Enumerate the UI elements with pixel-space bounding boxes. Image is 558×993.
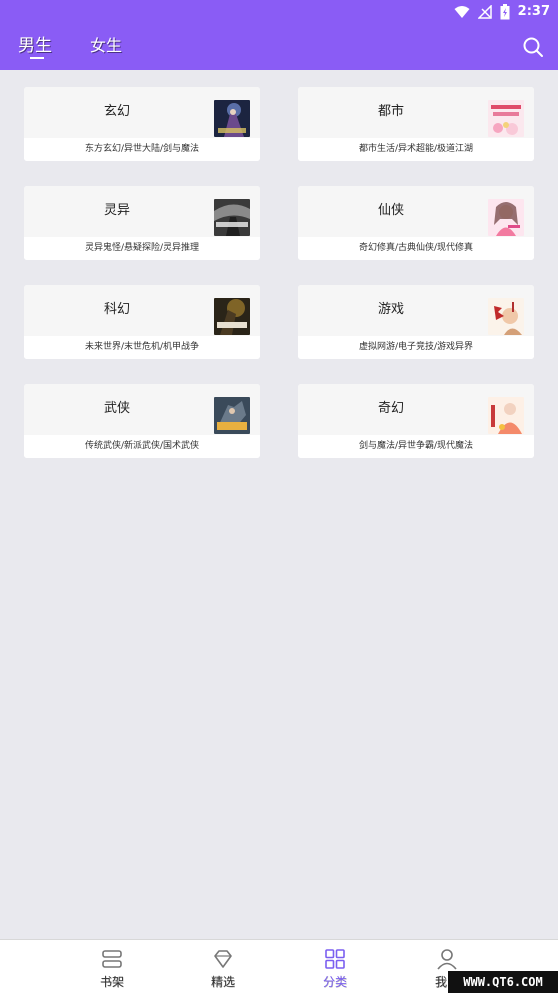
category-title: 仙侠 — [377, 203, 404, 218]
category-card-youxi[interactable]: 游戏 虚拟网游/电子竞技/游戏异界 — [298, 285, 534, 359]
category-subtitle: 传统武侠/新派武侠/国术武侠 — [24, 435, 260, 458]
category-title: 玄幻 — [103, 104, 130, 119]
book-cover-image — [214, 100, 250, 137]
category-subtitle: 奇幻修真/古典仙侠/现代修真 — [298, 237, 534, 260]
grid-icon — [325, 949, 345, 969]
category-card-kehuan[interactable]: 科幻 未来世界/末世危机/机甲战争 — [24, 285, 260, 359]
book-cover-image — [488, 298, 524, 335]
nav-featured[interactable]: 精选 — [193, 940, 253, 993]
wifi-icon — [454, 6, 470, 18]
nav-bookshelf[interactable]: 书架 — [82, 940, 142, 993]
category-title: 科幻 — [103, 302, 130, 317]
category-subtitle: 东方玄幻/异世大陆/剑与魔法 — [24, 138, 260, 161]
category-title: 灵异 — [103, 203, 130, 218]
user-icon — [437, 949, 457, 970]
active-tab-indicator — [30, 57, 44, 59]
category-title: 都市 — [377, 104, 404, 119]
category-title: 奇幻 — [377, 401, 404, 416]
battery-icon — [500, 4, 510, 20]
category-card-xuanhuan[interactable]: 玄幻 东方玄幻/异世大陆/剑与魔法 — [24, 87, 260, 161]
category-card-wuxia[interactable]: 武侠 传统武侠/新派武侠/国术武侠 — [24, 384, 260, 458]
category-card-lingyi[interactable]: 灵异 灵异鬼怪/悬疑探险/灵异推理 — [24, 186, 260, 260]
tab-female[interactable]: 女生 — [90, 35, 122, 57]
bookshelf-icon — [102, 950, 122, 968]
status-time: 2:37 — [517, 4, 550, 19]
category-card-xianxia[interactable]: 仙侠 奇幻修真/古典仙侠/现代修真 — [298, 186, 534, 260]
tab-male[interactable]: 男生 — [18, 35, 52, 57]
category-card-dushi[interactable]: 都市 都市生活/异术超能/极道江湖 — [298, 87, 534, 161]
search-icon — [523, 37, 543, 57]
book-cover-image — [214, 397, 250, 434]
category-title: 武侠 — [103, 401, 130, 416]
diamond-icon — [214, 950, 232, 968]
bottom-navigation: 书架 精选 分类 我的 WWW.QT6.COM — [0, 939, 558, 993]
status-icons: 2:37 — [454, 3, 550, 21]
nav-label: 分类 — [322, 975, 347, 989]
nav-label: 精选 — [210, 975, 235, 989]
book-cover-image — [214, 199, 250, 236]
category-subtitle: 剑与魔法/异世争霸/现代魔法 — [298, 435, 534, 458]
category-title: 游戏 — [377, 302, 404, 317]
category-card-qihuan[interactable]: 奇幻 剑与魔法/异世争霸/现代魔法 — [298, 384, 534, 458]
watermark: WWW.QT6.COM — [448, 971, 558, 993]
app-header: 男生 女生 — [0, 24, 558, 70]
book-cover-image — [488, 397, 524, 434]
status-bar: 2:37 — [0, 0, 558, 24]
book-cover-image — [488, 100, 524, 137]
no-signal-icon — [477, 5, 492, 19]
search-button[interactable] — [522, 36, 544, 58]
category-subtitle: 虚拟网游/电子竞技/游戏异界 — [298, 336, 534, 359]
nav-category[interactable]: 分类 — [305, 940, 365, 993]
category-subtitle: 未来世界/末世危机/机甲战争 — [24, 336, 260, 359]
category-subtitle: 都市生活/异术超能/极道江湖 — [298, 138, 534, 161]
book-cover-image — [488, 199, 524, 236]
nav-label: 书架 — [99, 975, 124, 989]
category-subtitle: 灵异鬼怪/悬疑探险/灵异推理 — [24, 237, 260, 260]
book-cover-image — [214, 298, 250, 335]
